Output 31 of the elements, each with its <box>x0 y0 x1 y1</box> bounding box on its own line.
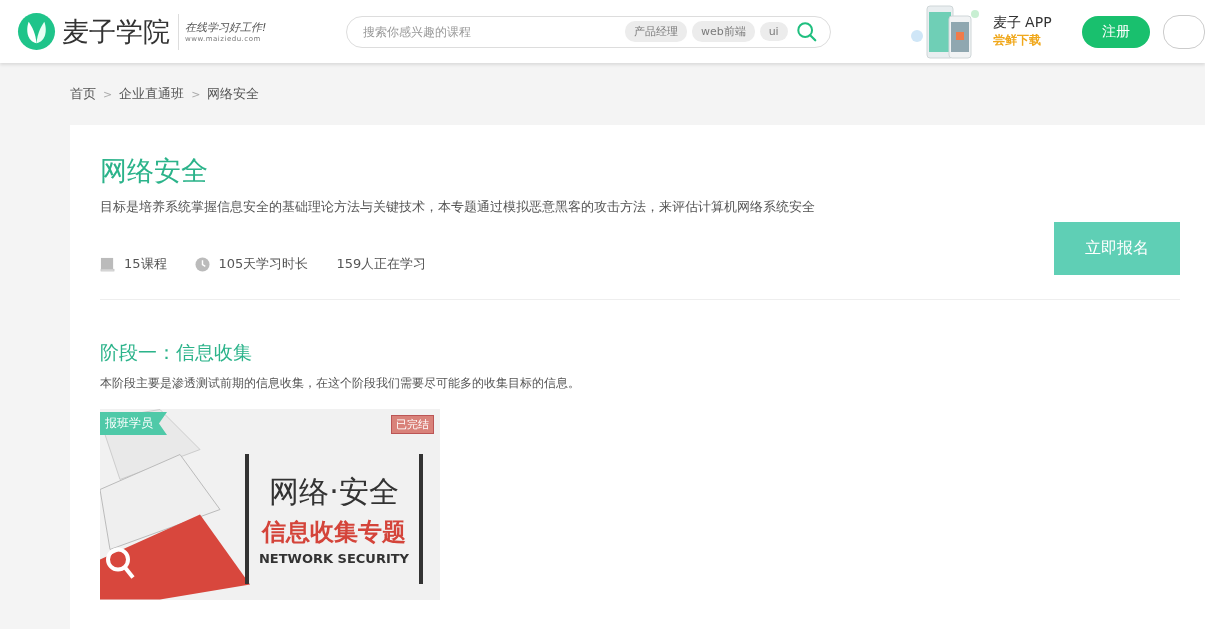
cover-english-title: NETWORK SECURITY <box>258 551 410 566</box>
app-title[interactable]: 麦子 APP <box>992 14 1052 32</box>
login-button[interactable] <box>1163 14 1205 49</box>
stat-text: 15课程 <box>124 255 167 273</box>
register-button[interactable]: 注册 <box>1081 15 1150 48</box>
search-icon[interactable] <box>795 20 818 43</box>
stage-title: 阶段一：信息收集 <box>100 340 253 365</box>
book-icon <box>100 256 115 272</box>
cover-heading: 网络·安全 <box>269 473 399 511</box>
search-tag[interactable]: 产品经理 <box>624 21 687 42</box>
breadcrumb-separator: > <box>103 87 113 101</box>
stage-description: 本阶段主要是渗透测试前期的信息收集，在这个阶段我们需要尽可能多的收集目标的信息。 <box>100 375 581 392</box>
clock-icon <box>194 256 210 272</box>
slogan-text: 在线学习好工作! <box>185 20 267 35</box>
search-tag[interactable]: ui <box>759 22 788 41</box>
breadcrumb-link[interactable]: 网络安全 <box>207 85 260 103</box>
stat-text: 159人正在学习 <box>336 255 427 273</box>
breadcrumb-link[interactable]: 首页 <box>70 85 96 103</box>
course-cover[interactable]: 报班学员 已完结 网络·安全 信息收集专题 NETWORK SECURITY <box>100 409 440 600</box>
completed-badge: 已完结 <box>391 415 434 434</box>
course-title: 网络安全 <box>100 154 209 188</box>
logo-icon <box>17 12 56 51</box>
search-tag[interactable]: web前端 <box>691 21 755 42</box>
course-description: 目标是培养系统掌握信息安全的基础理论方法与关键技术，本专题通过模拟恶意黑客的攻击方法，来评估计算机网络系统安全 <box>100 199 815 216</box>
breadcrumb-link[interactable]: 企业直通班 <box>119 85 185 103</box>
cover-subheading: 信息收集专题 <box>262 517 406 548</box>
enrolled-badge: 报班学员 <box>100 412 167 435</box>
app-download-link[interactable]: 尝鲜下载 <box>992 32 1052 49</box>
breadcrumb-separator: > <box>191 87 201 101</box>
stat-text: 105天学习时长 <box>218 255 309 273</box>
logo-text[interactable]: 麦子学院 <box>62 13 179 50</box>
